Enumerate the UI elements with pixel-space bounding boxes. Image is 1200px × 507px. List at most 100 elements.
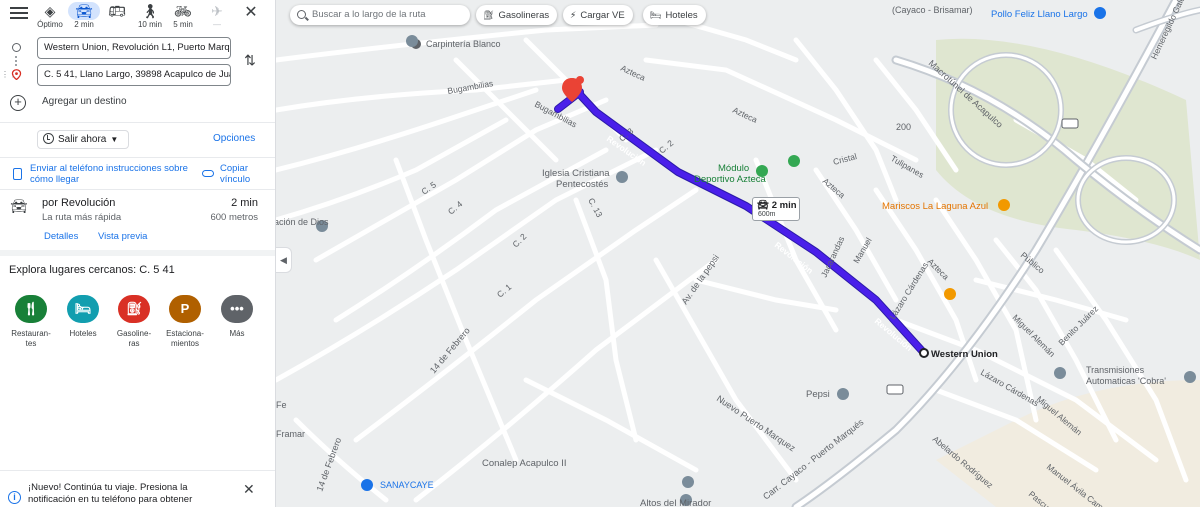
chip-gas-stations[interactable]: ⛽︎ Gasolineras (476, 5, 558, 25)
label-c4: C. 4 (446, 199, 465, 217)
label-pepsi: Pepsi (806, 389, 830, 400)
preview-button[interactable]: Vista previa (98, 231, 147, 242)
category-label: Gasoline-ras (116, 329, 152, 348)
copy-link-button[interactable]: Copiar vínculo (220, 163, 270, 185)
label-azteca-2: Azteca (731, 105, 759, 125)
details-button[interactable]: Detalles (44, 231, 78, 242)
station-poi-icon (406, 35, 418, 47)
origin-input[interactable]: Western Union, Revolución L1, Puerto Mar… (37, 37, 231, 59)
pollo-poi-icon (1094, 7, 1106, 19)
bike-icon: 🚲︎ (174, 3, 192, 19)
depart-now-dropdown[interactable]: Salir ahora ▼ (37, 130, 129, 149)
mode-flight-label: — (213, 20, 221, 29)
route-line (554, 82, 928, 357)
plane-icon: ✈︎ (211, 3, 223, 19)
chip-label: Gasolineras (498, 10, 550, 21)
depart-label: Salir ahora (58, 134, 107, 145)
label-iglesia-2: Pentecostés (556, 179, 609, 190)
route-time: 2 min (231, 197, 258, 209)
label-altos: Altos del Mirador (640, 498, 711, 507)
drag-handle-icon[interactable]: ⋮⋮ (1, 70, 17, 80)
category-hotels[interactable]: 🛏︎ Hoteles (57, 295, 109, 339)
menu-icon[interactable] (8, 5, 30, 21)
destination-pin-icon (11, 69, 22, 80)
route-subtitle: La ruta más rápida (42, 212, 122, 223)
shop3-poi-icon (1184, 371, 1196, 383)
swap-icon[interactable]: ⇅ (242, 52, 258, 68)
label-sanaycaye: SANAYCAYE (380, 480, 434, 490)
chip-label: Hoteles (665, 10, 698, 21)
label-transmisiones-2: Automaticas 'Cobra' (1086, 376, 1166, 386)
category-label: Más (229, 329, 245, 338)
label-cayaco-brisamar: (Cayaco - Brisamar) (892, 5, 973, 15)
options-button[interactable]: Opciones (213, 133, 255, 144)
mode-driving[interactable]: 🚘︎ 2 min (67, 2, 101, 32)
notification-text: ¡Nuevo! Continúa tu viaje. Presiona la n… (28, 482, 193, 505)
travel-mode-bar: ◈ Óptimo 🚘︎ 2 min 🚌︎ 🚶︎ 10 min 🚲︎ 5 min … (0, 0, 275, 34)
mode-cycling[interactable]: 🚲︎ 5 min (166, 2, 200, 32)
tooltip-time-value: 2 min (771, 200, 797, 211)
map-canvas[interactable]: Carpintería Blanco Iglesia Cristiana Pen… (276, 0, 1200, 507)
label-carpinteria: Carpintería Blanco (426, 39, 501, 49)
mode-flight[interactable]: ✈︎ — (200, 2, 234, 32)
category-parking[interactable]: P Estaciona-mientos (159, 295, 211, 349)
ev-charge-icon: ⚡︎ (570, 10, 577, 20)
chip-ev-charge[interactable]: ⚡︎ Cargar VE (563, 5, 633, 25)
route-name[interactable]: por Revolución (42, 197, 115, 209)
route-distance: 600 metros (210, 212, 258, 223)
parking-icon: P (169, 295, 201, 323)
label-av-pepsi: Av. de la pepsi (679, 253, 721, 306)
origin-circle-icon (12, 43, 21, 52)
label-c2-b: C. 2 (510, 231, 528, 249)
label-nuevo-pm: Nuevo Puerto Marquez (715, 393, 798, 453)
mode-transit[interactable]: 🚌︎ (100, 2, 134, 32)
destination-pin-dot (576, 76, 584, 84)
hotel-icon: 🛏︎ (67, 295, 99, 323)
explore-title: Explora lugares cercanos: C. 5 41 (9, 264, 175, 276)
gas-station-icon: ⛽︎ (118, 295, 150, 323)
school-poi-icon (682, 476, 694, 488)
mode-walking[interactable]: 🚶︎ 10 min (133, 2, 167, 32)
label-c13: C. 13 (586, 196, 604, 219)
add-destination-label[interactable]: Agregar un destino (42, 96, 127, 107)
category-label: Restauran-tes (11, 329, 51, 348)
collapse-panel-button[interactable]: ◀ (276, 247, 292, 273)
church-poi-icon (616, 171, 628, 183)
route-time-tooltip[interactable]: 🚘︎ 2 min 600m (752, 197, 800, 221)
label-c2: C. 2 (657, 138, 676, 156)
search-icon (297, 10, 306, 19)
label-route-200: 200 (896, 122, 911, 132)
label-carr-cayaco: Carr. Cayaco - Puerto Marqués (761, 417, 866, 502)
divider (0, 157, 275, 158)
label-modulo-2: Deportivo Azteca (694, 174, 767, 185)
label-azteca-1: Azteca (619, 63, 647, 83)
bus-icon: 🚌︎ (108, 3, 126, 19)
label-c1: C. 1 (495, 282, 514, 300)
mode-walking-label: 10 min (137, 20, 162, 29)
close-notification-icon[interactable]: ✕ (243, 481, 255, 498)
category-gas[interactable]: ⛽︎ Gasoline-ras (108, 295, 160, 349)
label-dios: ación de Dios (276, 217, 329, 227)
phone-send-icon (13, 168, 22, 180)
label-western-union: Western Union (931, 349, 998, 360)
label-iglesia-1: Iglesia Cristiana (542, 168, 610, 179)
sports-poi-icon (788, 155, 800, 167)
more-icon: ••• (221, 295, 253, 323)
close-icon[interactable]: ✕ (242, 4, 260, 22)
destination-input[interactable]: C. 5 41, Llano Largo, 39898 Acapulco de … (37, 64, 231, 86)
label-cristal: Cristal (832, 151, 858, 167)
route-search-input[interactable]: Buscar a lo largo de la ruta (290, 5, 470, 25)
route-tooltip-distance: 600m (758, 211, 776, 218)
category-restaurants[interactable]: 🍴︎ Restauran-tes (5, 295, 57, 349)
label-conalep: Conalep Acapulco II (482, 458, 567, 469)
label-mariscos: Mariscos La Laguna Azul (882, 201, 988, 212)
category-more[interactable]: ••• Más (211, 295, 263, 339)
section-divider (0, 250, 275, 256)
category-label: Hoteles (69, 329, 97, 338)
add-destination-icon[interactable]: + (10, 95, 26, 111)
chip-label: Cargar VE (580, 10, 625, 21)
chip-hotels[interactable]: 🛏︎ Hoteles (643, 5, 706, 25)
mode-best[interactable]: ◈ Óptimo (33, 2, 67, 32)
divider (0, 189, 275, 190)
send-to-phone-link[interactable]: Enviar al teléfono instrucciones sobre c… (30, 163, 190, 185)
